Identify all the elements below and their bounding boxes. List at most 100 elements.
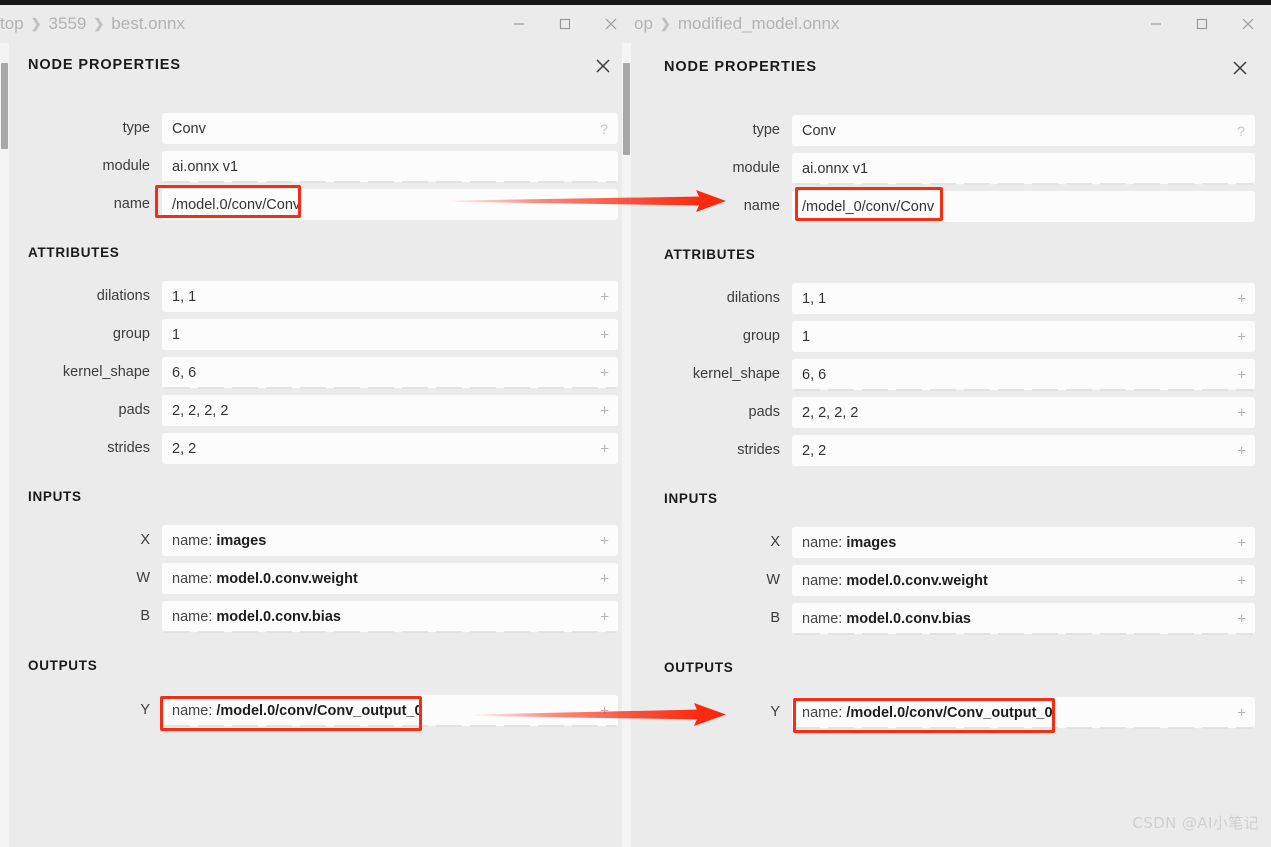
input-field-w[interactable]: name: model.0.conv.weight + (162, 563, 618, 594)
breadcrumb-left[interactable]: top ❯ 3559 ❯ best.onnx (0, 14, 185, 34)
input-key-b: name: (172, 608, 213, 625)
expand-plus-icon[interactable]: + (600, 289, 609, 304)
input-field-b[interactable]: name: model.0.conv.bias + (792, 603, 1255, 635)
attribute-row: group 1 + (646, 321, 1271, 352)
attribute-row: pads 2, 2, 2, 2 + (646, 397, 1271, 428)
attribute-field-dilations[interactable]: 1, 1 + (162, 281, 618, 312)
property-field-module[interactable]: ai.onnx v1 (162, 151, 618, 183)
scrollbar-thumb[interactable] (623, 63, 630, 155)
window-controls-right (1133, 5, 1271, 43)
help-question-icon[interactable]: ? (600, 122, 608, 136)
attribute-field-kernel-shape[interactable]: 6, 6 + (162, 357, 618, 389)
attribute-field-group[interactable]: 1 + (792, 321, 1255, 352)
property-field-module[interactable]: ai.onnx v1 (792, 153, 1255, 185)
input-row: B name: model.0.conv.bias + (10, 601, 634, 633)
output-field-y[interactable]: name: /model.0/conv/Conv_output_0 + (162, 695, 618, 727)
attribute-field-strides[interactable]: 2, 2 + (792, 435, 1255, 466)
input-row: X name: images + (10, 525, 634, 556)
attribute-value-kernel-shape: 6, 6 (172, 364, 197, 381)
expand-plus-icon[interactable]: + (600, 533, 609, 548)
maximize-button[interactable] (1179, 5, 1225, 43)
attribute-value-group: 1 (172, 326, 181, 343)
property-row-type: type Conv ? (10, 113, 634, 144)
property-field-name[interactable]: /model.0/conv/Conv (162, 189, 618, 220)
input-value-w: model.0.conv.weight (216, 570, 358, 587)
minimize-button[interactable] (496, 5, 542, 43)
property-field-type[interactable]: Conv ? (162, 113, 618, 144)
input-key-b: name: (802, 610, 843, 627)
window-best-onnx: top ❯ 3559 ❯ best.onnx NODE PROPERTIES t… (0, 0, 634, 847)
close-panel-button[interactable] (1227, 55, 1253, 81)
property-field-name[interactable]: /model_0/conv/Conv (792, 191, 1255, 222)
property-label-name: name (743, 198, 780, 214)
scrollbar-right-edge[interactable] (622, 43, 631, 847)
breadcrumb-item-0[interactable]: op (634, 14, 653, 34)
breadcrumb-item-1[interactable]: modified_model.onnx (678, 14, 840, 34)
property-value-module: ai.onnx v1 (802, 160, 869, 177)
panel-title: NODE PROPERTIES (28, 57, 181, 73)
input-label-w: W (136, 570, 150, 586)
minimize-button[interactable] (1133, 5, 1179, 43)
attribute-field-group[interactable]: 1 + (162, 319, 618, 350)
input-field-x[interactable]: name: images + (162, 525, 618, 556)
scrollbar-left-edge[interactable] (0, 43, 9, 847)
expand-plus-icon[interactable]: + (600, 403, 609, 418)
expand-plus-icon[interactable]: + (600, 365, 609, 380)
property-row-module: module ai.onnx v1 (646, 153, 1271, 185)
expand-plus-icon[interactable]: + (600, 441, 609, 456)
close-window-button[interactable] (588, 5, 634, 43)
attribute-field-pads[interactable]: 2, 2, 2, 2 + (162, 395, 618, 426)
basic-properties-left: type Conv ? module ai.onnx v1 name /mode… (10, 113, 634, 220)
property-row-name: name /model.0/conv/Conv (10, 189, 634, 220)
attribute-label-strides: strides (737, 442, 780, 458)
close-window-button[interactable] (1225, 5, 1271, 43)
property-value-name: /model_0/conv/Conv (802, 198, 935, 215)
expand-plus-icon[interactable]: + (600, 327, 609, 342)
expand-plus-icon[interactable]: + (1237, 443, 1246, 458)
expand-plus-icon[interactable]: + (600, 703, 609, 718)
expand-plus-icon[interactable]: + (1237, 367, 1246, 382)
breadcrumb-separator-icon: ❯ (30, 16, 42, 31)
titlebar-right: op ❯ modified_model.onnx (634, 5, 1271, 43)
property-label-type: type (752, 122, 780, 138)
input-field-b[interactable]: name: model.0.conv.bias + (162, 601, 618, 633)
expand-plus-icon[interactable]: + (1237, 291, 1246, 306)
help-question-icon[interactable]: ? (1237, 124, 1245, 138)
expand-plus-icon[interactable]: + (1237, 705, 1246, 720)
expand-plus-icon[interactable]: + (1237, 535, 1246, 550)
attribute-label-kernel-shape: kernel_shape (692, 366, 780, 382)
breadcrumb-item-0[interactable]: top (0, 14, 24, 34)
attribute-row: group 1 + (10, 319, 634, 350)
attribute-row: strides 2, 2 + (646, 435, 1271, 466)
expand-plus-icon[interactable]: + (1237, 611, 1246, 626)
input-value-x: images (846, 534, 897, 551)
maximize-button[interactable] (542, 5, 588, 43)
input-field-w[interactable]: name: model.0.conv.weight + (792, 565, 1255, 596)
expand-plus-icon[interactable]: + (600, 571, 609, 586)
property-field-type[interactable]: Conv ? (792, 115, 1255, 146)
attribute-field-kernel-shape[interactable]: 6, 6 + (792, 359, 1255, 391)
property-value-type: Conv (802, 122, 836, 139)
expand-plus-icon[interactable]: + (1237, 329, 1246, 344)
output-label-y: Y (770, 704, 780, 720)
attribute-value-group: 1 (802, 328, 811, 345)
output-field-y[interactable]: name: /model.0/conv/Conv_output_0 + (792, 697, 1255, 729)
attribute-field-strides[interactable]: 2, 2 + (162, 433, 618, 464)
input-label-b: B (770, 610, 780, 626)
property-value-name: /model.0/conv/Conv (172, 196, 301, 213)
scrollbar-thumb[interactable] (1, 63, 8, 149)
expand-plus-icon[interactable]: + (600, 609, 609, 624)
attribute-field-dilations[interactable]: 1, 1 + (792, 283, 1255, 314)
breadcrumb-item-1[interactable]: 3559 (49, 14, 87, 34)
expand-plus-icon[interactable]: + (1237, 573, 1246, 588)
close-panel-button[interactable] (590, 53, 616, 79)
output-row: Y name: /model.0/conv/Conv_output_0 + (646, 697, 1271, 729)
input-key-w: name: (172, 570, 213, 587)
breadcrumb-item-2[interactable]: best.onnx (111, 14, 185, 34)
expand-plus-icon[interactable]: + (1237, 405, 1246, 420)
input-field-x[interactable]: name: images + (792, 527, 1255, 558)
breadcrumb-separator-icon: ❯ (659, 16, 671, 31)
breadcrumb-right[interactable]: op ❯ modified_model.onnx (634, 14, 839, 34)
attribute-field-pads[interactable]: 2, 2, 2, 2 + (792, 397, 1255, 428)
attribute-row: dilations 1, 1 + (10, 281, 634, 312)
